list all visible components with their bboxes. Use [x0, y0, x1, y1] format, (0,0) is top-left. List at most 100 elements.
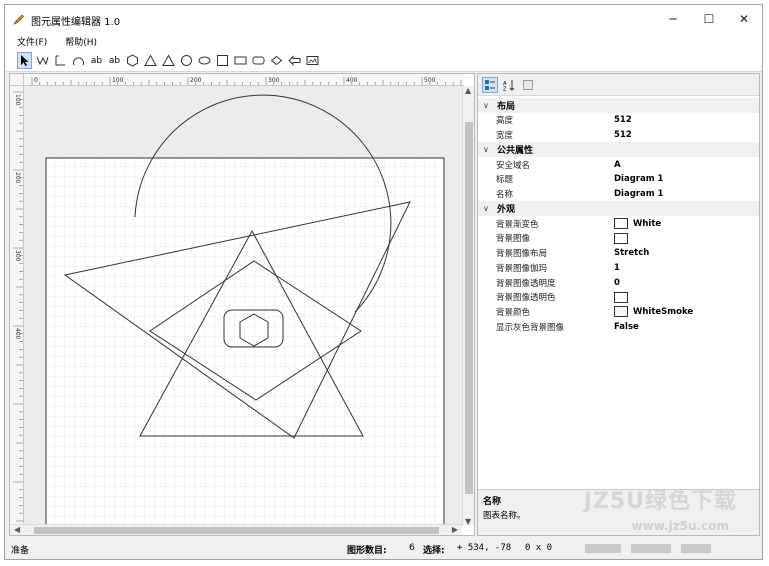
pointer-icon — [21, 55, 29, 66]
diamond-tool[interactable] — [269, 52, 284, 69]
property-key: 背景图像伽玛 — [496, 263, 548, 274]
svg-text:Z: Z — [503, 86, 507, 91]
property-row[interactable]: 背景渐变色 White — [478, 216, 759, 231]
scroll-down-icon[interactable]: ▼ — [465, 517, 471, 526]
pencil-icon — [13, 14, 24, 25]
categorized-icon — [485, 79, 495, 90]
ruler-corner — [10, 74, 24, 86]
property-row[interactable]: 名称 Diagram 1 — [478, 187, 759, 202]
property-key: 标题 — [496, 175, 514, 186]
property-row[interactable]: 背景颜色 WhiteSmoke — [478, 305, 759, 320]
ruler-label: 300 — [14, 250, 21, 262]
property-value[interactable]: Stretch — [614, 248, 649, 258]
property-row[interactable]: 显示灰色背景图像 False — [478, 319, 759, 334]
color-swatch[interactable] — [614, 306, 628, 318]
property-value[interactable]: 512 — [614, 130, 632, 140]
circle-icon — [181, 55, 192, 66]
horizontal-scrollbar[interactable]: ◀ ▶ — [10, 524, 462, 535]
category-label: 布局 — [497, 102, 516, 112]
vertical-scroll-thumb[interactable] — [465, 122, 473, 494]
rectangle-icon — [234, 56, 247, 65]
text-box-tool[interactable]: ab — [107, 52, 122, 69]
ruler-label: 100 — [14, 94, 21, 106]
maximize-button[interactable]: ☐ — [691, 5, 727, 33]
property-row[interactable]: 宽度 512 — [478, 128, 759, 143]
property-value[interactable]: Diagram 1 — [614, 189, 663, 199]
property-key: 背景颜色 — [496, 307, 531, 318]
property-row[interactable]: 背景图像伽玛 1 — [478, 261, 759, 276]
property-pages-button[interactable] — [520, 77, 536, 93]
property-row[interactable]: 背景图像 — [478, 231, 759, 246]
image-tool[interactable] — [305, 52, 320, 69]
color-swatch[interactable] — [614, 291, 628, 303]
hexagon-tool[interactable] — [125, 52, 140, 69]
ruler-label: 200 — [14, 172, 21, 184]
selection-coordinates: + 534, -78 — [457, 543, 512, 553]
property-row[interactable]: 背景图像透明度 0 — [478, 275, 759, 290]
arc-tool[interactable] — [71, 52, 86, 69]
category-common[interactable]: ∨ 公共属性 — [478, 142, 759, 158]
property-value[interactable]: 512 — [614, 115, 632, 125]
ruler-label: 100 — [112, 77, 124, 84]
property-row[interactable]: 背景图像透明色 — [478, 290, 759, 305]
scroll-left-icon[interactable]: ◀ — [14, 525, 20, 534]
property-row[interactable]: 高度 512 — [478, 113, 759, 128]
drawing-toolbar: ab ab — [5, 50, 762, 72]
arrow-shape-tool[interactable] — [287, 52, 302, 69]
property-panel: AZ ∨ 布局 高度 512 宽度 512 ∨ 公共属性 安全域名 A 标题 D… — [477, 73, 760, 536]
menu-file[interactable]: 文件(F) — [17, 35, 47, 48]
property-value[interactable]: WhiteSmoke — [633, 307, 693, 317]
property-value[interactable]: White — [633, 219, 661, 229]
square-tool[interactable] — [215, 52, 230, 69]
alphabetical-view-button[interactable]: AZ — [501, 77, 517, 93]
collapse-icon[interactable]: ∨ — [483, 101, 497, 110]
menu-help[interactable]: 帮助(H) — [65, 35, 97, 48]
category-appearance[interactable]: ∨ 外观 — [478, 201, 759, 217]
step-line-tool[interactable] — [53, 52, 68, 69]
diamond-icon — [270, 55, 283, 66]
image-swatch[interactable] — [614, 232, 628, 244]
property-key: 背景图像 — [496, 234, 531, 245]
ruler-label: 500 — [424, 77, 436, 84]
collapse-icon[interactable]: ∨ — [483, 145, 497, 154]
rectangle-tool[interactable] — [233, 52, 248, 69]
property-row[interactable]: 背景图像布局 Stretch — [478, 246, 759, 261]
scroll-right-icon[interactable]: ▶ — [452, 525, 458, 534]
diagram-canvas[interactable] — [24, 86, 462, 526]
property-key: 背景图像透明色 — [496, 293, 556, 304]
diagram-svg[interactable] — [24, 86, 462, 526]
triangle-tool[interactable] — [143, 52, 158, 69]
property-row[interactable]: 安全域名 A — [478, 157, 759, 172]
step-line-icon — [55, 55, 65, 66]
vertical-scrollbar[interactable]: ▲ ▼ — [462, 86, 474, 526]
app-window: 图元属性编辑器 1.0 ─ ☐ ✕ 文件(F) 帮助(H) ab ab 0 10… — [4, 4, 763, 560]
scroll-up-icon[interactable]: ▲ — [465, 86, 471, 95]
collapse-icon[interactable]: ∨ — [483, 204, 497, 213]
minimize-button[interactable]: ─ — [655, 5, 691, 33]
image-icon — [306, 56, 319, 65]
circle-tool[interactable] — [179, 52, 194, 69]
status-bar: 准备 图形数目: 6 选择: + 534, -78 0 x 0 — [5, 538, 762, 559]
property-value[interactable]: 1 — [614, 263, 620, 273]
property-value[interactable]: Diagram 1 — [614, 174, 663, 184]
ellipse-icon — [198, 56, 211, 65]
triangle-outline-tool[interactable] — [161, 52, 176, 69]
close-button[interactable]: ✕ — [726, 5, 762, 33]
horizontal-scroll-thumb[interactable] — [34, 527, 439, 534]
polyline-tool[interactable] — [35, 52, 50, 69]
color-swatch[interactable] — [614, 218, 628, 230]
text-tool[interactable]: ab — [89, 52, 104, 69]
property-row[interactable]: 标题 Diagram 1 — [478, 172, 759, 187]
pointer-tool[interactable] — [17, 52, 32, 69]
property-key: 背景图像布局 — [496, 249, 548, 260]
categorized-view-button[interactable] — [482, 76, 498, 93]
rounded-rect-tool[interactable] — [251, 52, 266, 69]
ellipse-tool[interactable] — [197, 52, 212, 69]
property-key: 宽度 — [496, 131, 514, 142]
property-value[interactable]: False — [614, 322, 639, 332]
property-value[interactable]: A — [614, 160, 621, 170]
horizontal-ruler: 0 100 200 300 400 500 — [24, 74, 464, 86]
menu-bar: 文件(F) 帮助(H) — [5, 33, 762, 50]
property-value[interactable]: 0 — [614, 278, 620, 288]
category-layout[interactable]: ∨ 布局 — [478, 98, 759, 113]
